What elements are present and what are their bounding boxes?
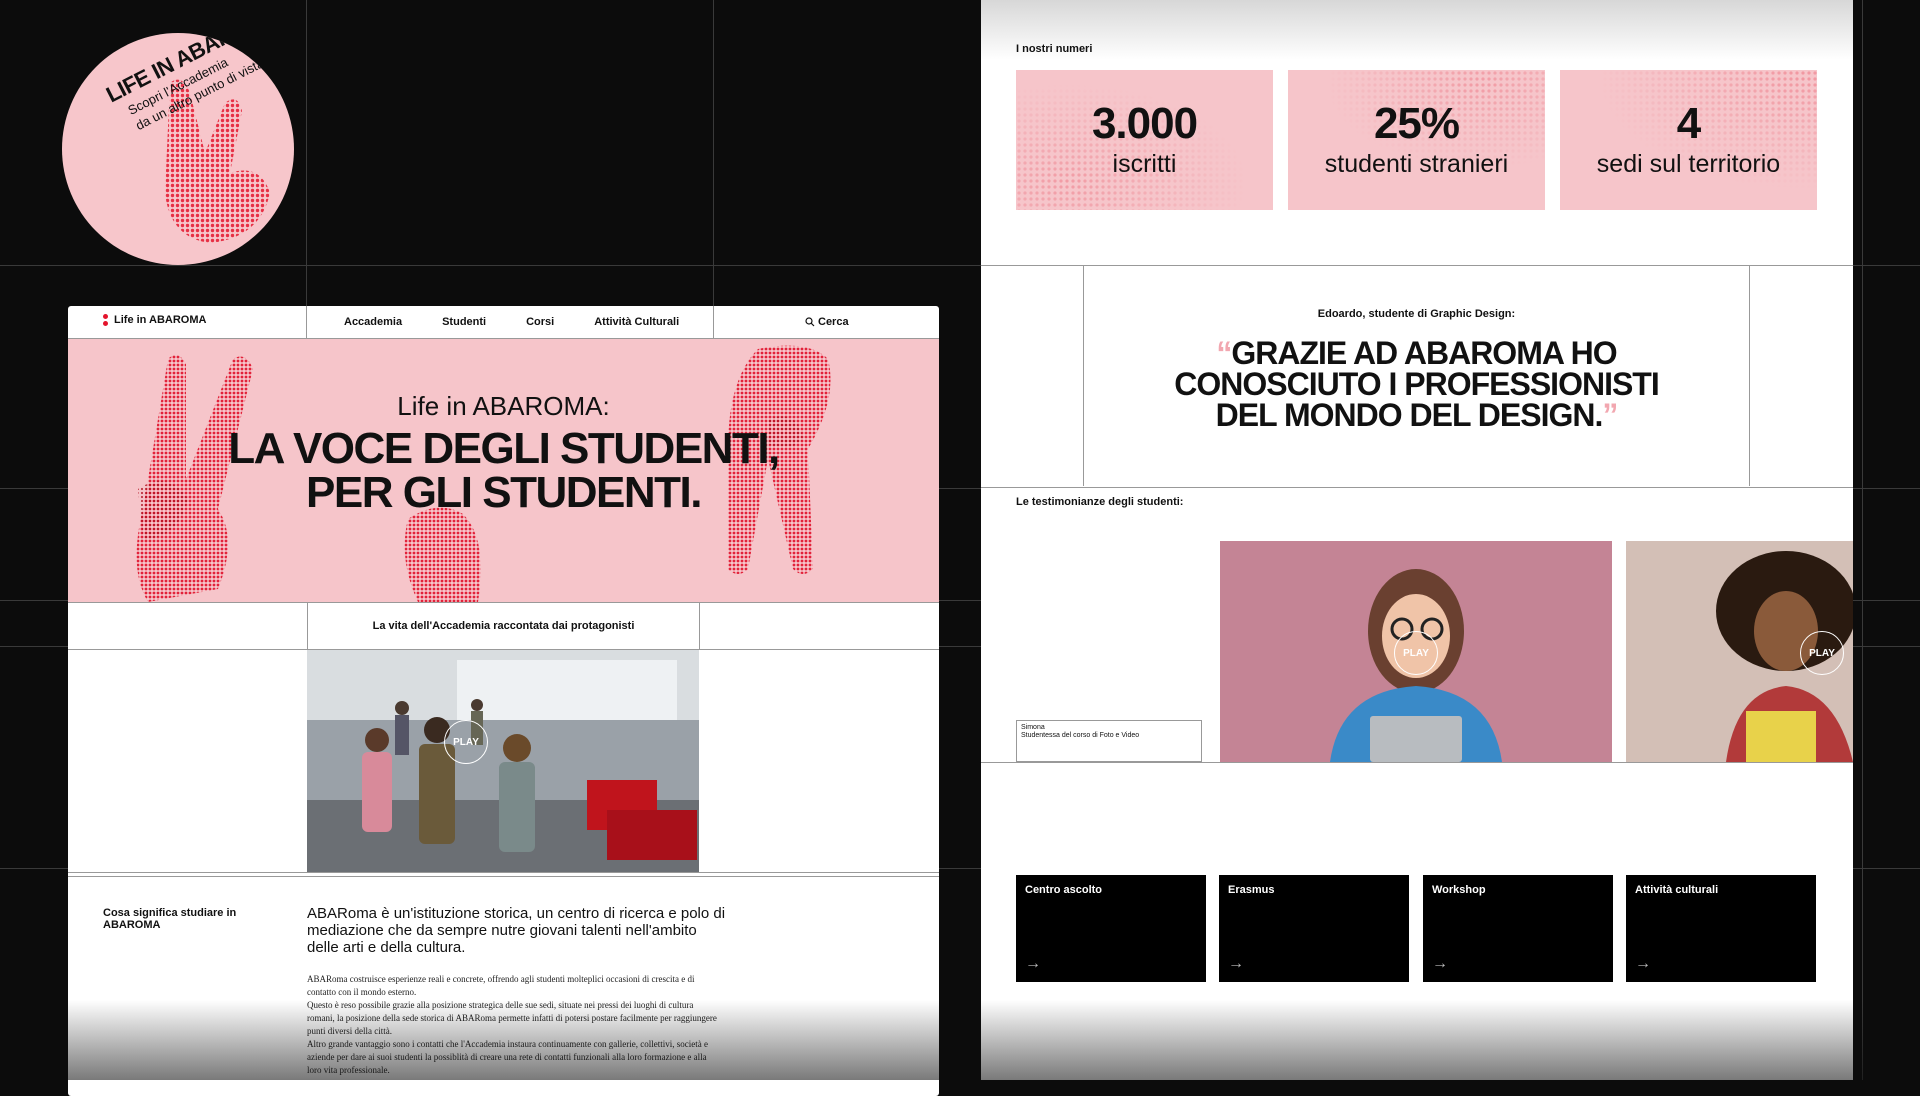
card-label: Centro ascolto xyxy=(1025,884,1103,896)
divider-line xyxy=(68,872,939,873)
stat-card-iscritti: 3.000 iscritti xyxy=(1016,70,1273,210)
quote-close-mark: ” xyxy=(1602,397,1618,433)
about-lead: ABARoma è un'istituzione storica, un cen… xyxy=(307,905,726,956)
play-button[interactable]: PLAY xyxy=(1800,631,1844,675)
play-button[interactable]: PLAY xyxy=(1394,631,1438,675)
card-erasmus[interactable]: Erasmus → xyxy=(1219,875,1409,982)
homepage-mockup: Life in ABAROMA Accademia Studenti Corsi… xyxy=(68,306,939,1096)
nav-item-accademia[interactable]: Accademia xyxy=(344,316,402,328)
hero-title-line-2: PER GLI STUDENTI. xyxy=(306,468,702,517)
testimonials-label: Le testimonianze degli studenti: xyxy=(1016,496,1184,508)
card-attivita-culturali[interactable]: Attività culturali → xyxy=(1626,875,1816,982)
nav-divider xyxy=(713,306,714,338)
site-logo[interactable]: Life in ABAROMA xyxy=(103,314,206,326)
top-fade xyxy=(981,0,1853,60)
search-label: Cerca xyxy=(818,316,849,328)
hero-subtitle: Life in ABAROMA: xyxy=(397,391,610,421)
testimonial-video-2[interactable]: PLAY xyxy=(1626,541,1853,762)
stat-value: 3.000 xyxy=(1091,99,1198,148)
stat-value: 25% xyxy=(1373,99,1460,148)
card-label: Attività culturali xyxy=(1635,884,1719,896)
card-label: Workshop xyxy=(1432,884,1486,896)
students-page-mockup: I nostri numeri 3.000 iscritti 25% stude… xyxy=(981,0,1853,1080)
stat-card-studenti-stranieri: 25% studenti stranieri xyxy=(1288,70,1545,210)
arrow-right-icon: → xyxy=(1432,955,1448,972)
numbers-label: I nostri numeri xyxy=(1016,43,1093,55)
hero-title-line-1: LA VOCE DEGLI STUDENTI, xyxy=(228,424,780,473)
about-body: ABARoma costruisce esperienze reali e co… xyxy=(307,973,717,1077)
about-paragraph: Altro grande vantaggio sono i contatti c… xyxy=(307,1039,708,1075)
testimonial-name-box: Simona Studentessa del corso di Foto e V… xyxy=(1016,720,1202,762)
about-heading: Cosa significa studiare in ABAROMA xyxy=(103,907,237,931)
stat-caption: studenti stranieri xyxy=(1324,150,1509,178)
students-walking-photo xyxy=(307,650,699,872)
quote-section: Edoardo, studente di Graphic Design: “GR… xyxy=(1083,266,1750,486)
search-icon xyxy=(805,317,815,327)
video-caption: La vita dell'Accademia raccontata dai pr… xyxy=(307,603,700,650)
divider-line xyxy=(981,762,1853,763)
nav-item-attivita-culturali[interactable]: Attività Culturali xyxy=(594,316,679,328)
play-button[interactable]: PLAY xyxy=(444,720,488,764)
nav-item-studenti[interactable]: Studenti xyxy=(442,316,486,328)
about-section: Cosa significa studiare in ABAROMA ABARo… xyxy=(68,876,939,1096)
campus-video[interactable]: PLAY xyxy=(307,650,699,872)
stat-caption: sedi sul territorio xyxy=(1596,150,1781,178)
arrow-right-icon: → xyxy=(1025,955,1041,972)
search-link[interactable]: Cerca xyxy=(805,316,849,328)
stat-caption: iscritti xyxy=(1112,150,1177,178)
hero-title: LA VOCE DEGLI STUDENTI, PER GLI STUDENTI… xyxy=(68,427,939,515)
about-paragraph: Questo è reso possibile grazie alla posi… xyxy=(307,1000,717,1036)
card-label: Erasmus xyxy=(1228,884,1275,896)
testimonial-role: Studentessa del corso di Foto e Video xyxy=(1021,732,1140,739)
main-menu: Accademia Studenti Corsi Attività Cultur… xyxy=(344,316,679,328)
arrow-right-icon: → xyxy=(1635,955,1651,972)
logo-text: Life in ABAROMA xyxy=(114,314,207,326)
card-centro-ascolto[interactable]: Centro ascolto → xyxy=(1016,875,1206,982)
nav-divider xyxy=(306,306,307,338)
quote-text: “GRAZIE AD ABAROMA HO CONOSCIUTO I PROFE… xyxy=(1084,337,1749,433)
testimonial-name: Simona xyxy=(1021,724,1045,731)
quote-line-2: CONOSCIUTO I PROFESSIONISTI xyxy=(1174,366,1659,402)
testimonial-video-simona[interactable]: PLAY xyxy=(1220,541,1612,762)
top-navigation: Life in ABAROMA Accademia Studenti Corsi… xyxy=(68,306,939,339)
grid-line xyxy=(1862,0,1863,1080)
hero-banner: Life in ABAROMA: LA VOCE DEGLI STUDENTI,… xyxy=(68,339,939,602)
quote-author: Edoardo, studente di Graphic Design: xyxy=(1317,308,1516,320)
life-in-abaroma-sticker: LIFE IN ABAROMA. Scopri l'Accademia da u… xyxy=(62,33,294,265)
stat-value: 4 xyxy=(1676,99,1701,148)
about-paragraph: ABARoma costruisce esperienze reali e co… xyxy=(307,974,695,997)
card-workshop[interactable]: Workshop → xyxy=(1423,875,1613,982)
logo-dots-icon xyxy=(103,314,108,326)
stat-card-sedi: 4 sedi sul territorio xyxy=(1560,70,1817,210)
arrow-right-icon: → xyxy=(1228,955,1244,972)
divider-line xyxy=(981,487,1853,488)
quote-line-3: DEL MONDO DEL DESIGN. xyxy=(1215,397,1604,433)
nav-item-corsi[interactable]: Corsi xyxy=(526,316,554,328)
